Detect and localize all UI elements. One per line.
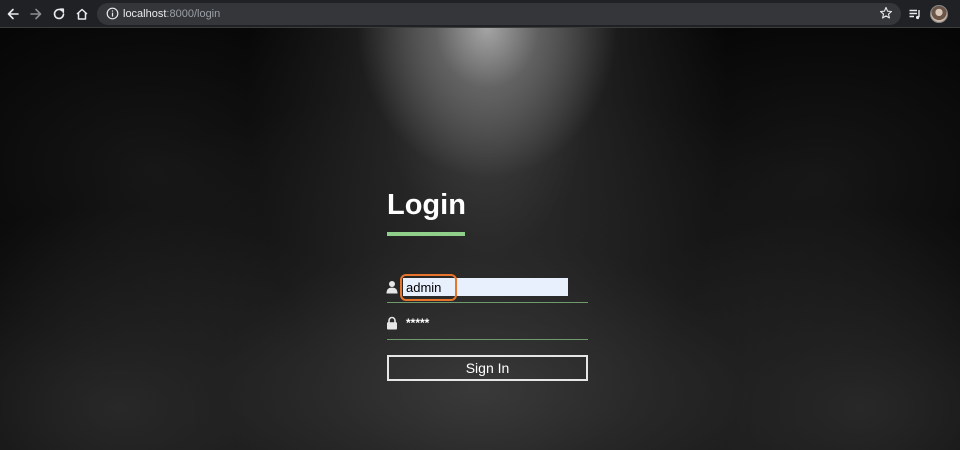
url-host: localhost — [123, 8, 167, 20]
home-button[interactable] — [73, 5, 91, 23]
forward-button[interactable] — [27, 5, 45, 23]
username-field — [386, 277, 588, 301]
arrow-left-icon — [7, 8, 19, 20]
url-text: localhost:8000/login — [123, 7, 220, 21]
login-page: Login Sign In — [0, 28, 960, 450]
queue-music-icon — [909, 9, 920, 20]
password-field — [386, 313, 588, 337]
sign-in-button[interactable]: Sign In — [387, 355, 588, 381]
address-bar[interactable]: localhost:8000/login — [97, 3, 901, 25]
back-button[interactable] — [4, 5, 22, 23]
arrow-right-icon — [30, 8, 42, 20]
info-circle-icon[interactable] — [106, 7, 119, 20]
password-underline — [387, 339, 588, 340]
home-icon — [76, 8, 88, 20]
reload-button[interactable] — [50, 5, 68, 23]
url-path: :8000/login — [166, 8, 221, 20]
star-icon[interactable] — [879, 6, 893, 20]
reload-icon — [53, 8, 65, 20]
password-input[interactable] — [403, 314, 568, 332]
lock-icon — [387, 316, 397, 330]
page-title: Login — [387, 189, 466, 221]
browser-toolbar: localhost:8000/login — [0, 0, 960, 28]
username-underline — [387, 302, 588, 303]
title-underline — [387, 232, 465, 236]
username-input[interactable] — [403, 278, 568, 296]
user-icon — [386, 281, 398, 294]
media-queue-button[interactable] — [906, 5, 924, 23]
profile-avatar[interactable] — [930, 5, 948, 23]
